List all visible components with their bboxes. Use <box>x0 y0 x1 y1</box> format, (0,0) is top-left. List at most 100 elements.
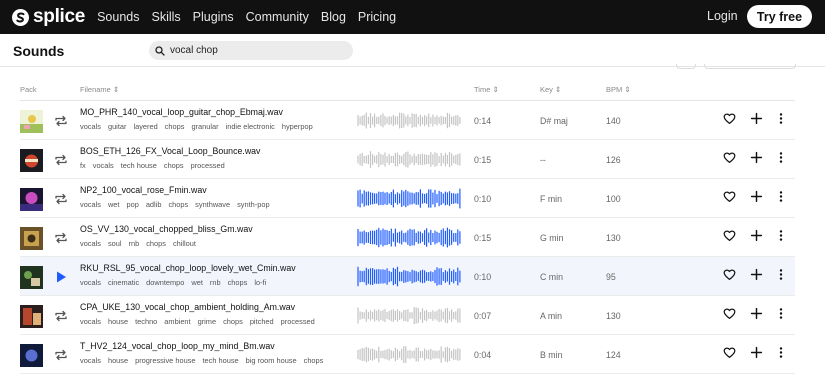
splice-logo[interactable]: splice <box>12 6 85 28</box>
tag[interactable]: chops <box>146 239 166 248</box>
play-icon[interactable] <box>53 269 69 285</box>
tag[interactable]: vocals <box>80 278 101 287</box>
tag[interactable]: soul <box>108 239 122 248</box>
sample-filename[interactable]: T_HV2_124_vocal_chop_loop_my_mind_Bm.wav <box>80 341 275 351</box>
sort-dropdown[interactable] <box>704 64 796 69</box>
waveform[interactable] <box>357 110 461 131</box>
heart-icon[interactable] <box>723 268 736 281</box>
sample-filename[interactable]: BOS_ETH_126_FX_Vocal_Loop_Bounce.wav <box>80 146 260 156</box>
tag[interactable]: vocals <box>80 122 101 131</box>
sample-row[interactable]: T_HV2_124_vocal_chop_loop_my_mind_Bm.wav… <box>20 335 795 374</box>
more-options-icon[interactable] <box>777 268 785 281</box>
sample-filename[interactable]: RKU_RSL_95_vocal_chop_loop_lovely_wet_Cm… <box>80 263 296 273</box>
tag[interactable]: granular <box>191 122 218 131</box>
nav-link-pricing[interactable]: Pricing <box>358 10 396 24</box>
loop-icon[interactable] <box>53 347 69 363</box>
tag[interactable]: chops <box>164 161 184 170</box>
nav-link-plugins[interactable]: Plugins <box>193 10 234 24</box>
waveform[interactable] <box>357 305 461 326</box>
tag[interactable]: processed <box>191 161 225 170</box>
tag[interactable]: synth-pop <box>237 200 269 209</box>
add-icon[interactable] <box>750 268 763 281</box>
heart-icon[interactable] <box>723 190 736 203</box>
tag[interactable]: ambient <box>164 317 190 326</box>
tag[interactable]: vocals <box>80 317 101 326</box>
tag[interactable]: vocals <box>80 239 101 248</box>
tag[interactable]: chillout <box>173 239 196 248</box>
tag[interactable]: wet <box>108 200 120 209</box>
sample-row[interactable]: RKU_RSL_95_vocal_chop_loop_lovely_wet_Cm… <box>20 257 795 296</box>
column-time[interactable]: Time ⇕ <box>474 85 499 94</box>
nav-link-skills[interactable]: Skills <box>151 10 180 24</box>
tag[interactable]: downtempo <box>146 278 184 287</box>
sample-row[interactable]: OS_VV_130_vocal_chopped_bliss_Gm.wavvoca… <box>20 218 795 257</box>
more-options-icon[interactable] <box>777 190 785 203</box>
waveform[interactable] <box>357 344 461 365</box>
add-icon[interactable] <box>750 229 763 242</box>
tag[interactable]: lo-fi <box>254 278 266 287</box>
heart-icon[interactable] <box>723 151 736 164</box>
loop-icon[interactable] <box>53 152 69 168</box>
tag[interactable]: house <box>108 356 128 365</box>
tag[interactable]: synthwave <box>195 200 230 209</box>
tag[interactable]: processed <box>281 317 315 326</box>
waveform[interactable] <box>357 266 461 287</box>
tag[interactable]: vocals <box>80 200 101 209</box>
tag[interactable]: big room house <box>246 356 297 365</box>
tag[interactable]: vocals <box>80 356 101 365</box>
waveform-container[interactable] <box>357 266 461 292</box>
pack-artwork[interactable] <box>20 266 43 289</box>
add-icon[interactable] <box>750 346 763 359</box>
tag[interactable]: grime <box>198 317 216 326</box>
search-bar[interactable] <box>149 41 353 60</box>
tag[interactable]: techno <box>135 317 157 326</box>
tag[interactable]: indie electronic <box>226 122 275 131</box>
pack-artwork[interactable] <box>20 149 43 172</box>
add-icon[interactable] <box>750 190 763 203</box>
sample-row[interactable]: NP2_100_vocal_rose_Fmin.wav vocals wet pop a… <box>20 179 795 218</box>
tag[interactable]: wet <box>191 278 203 287</box>
tag[interactable]: guitar <box>108 122 127 131</box>
tag[interactable]: progressive house <box>135 356 195 365</box>
tag[interactable]: chops <box>304 356 324 365</box>
add-icon[interactable] <box>750 151 763 164</box>
sample-row[interactable]: MO_PHR_140_vocal_loop_guitar_chop_Ebmaj.… <box>20 101 795 140</box>
tag[interactable]: pitched <box>250 317 274 326</box>
pack-artwork[interactable] <box>20 344 43 367</box>
try-free-button[interactable]: Try free <box>747 5 812 28</box>
waveform[interactable] <box>357 149 461 170</box>
loop-icon[interactable] <box>53 113 69 129</box>
loop-icon[interactable] <box>53 191 69 207</box>
more-options-icon[interactable] <box>777 346 785 359</box>
more-options-icon[interactable] <box>777 112 785 125</box>
tag[interactable]: hyperpop <box>282 122 313 131</box>
tag[interactable]: tech house <box>203 356 239 365</box>
waveform[interactable] <box>357 227 461 248</box>
tag[interactable]: cinematic <box>108 278 139 287</box>
column-filename[interactable]: Filename ⇕ <box>80 85 119 94</box>
sample-row[interactable]: CPA_UKE_130_vocal_chop_ambient_holding_A… <box>20 296 795 335</box>
sample-filename[interactable]: OS_VV_130_vocal_chopped_bliss_Gm.wav <box>80 224 253 234</box>
waveform-container[interactable] <box>357 149 461 175</box>
waveform-container[interactable] <box>357 344 461 370</box>
heart-icon[interactable] <box>723 307 736 320</box>
pack-artwork[interactable] <box>20 110 43 133</box>
add-icon[interactable] <box>750 112 763 125</box>
pack-artwork[interactable] <box>20 188 43 211</box>
add-icon[interactable] <box>750 307 763 320</box>
tag[interactable]: rnb <box>210 278 221 287</box>
sample-filename[interactable]: MO_PHR_140_vocal_loop_guitar_chop_Ebmaj.… <box>80 107 283 117</box>
tag[interactable]: chops <box>223 317 243 326</box>
pack-artwork[interactable] <box>20 227 43 250</box>
filter-button[interactable] <box>676 64 696 69</box>
tag[interactable]: fx <box>80 161 86 170</box>
waveform[interactable] <box>357 188 461 209</box>
nav-link-blog[interactable]: Blog <box>321 10 346 24</box>
column-key[interactable]: Key ⇕ <box>540 85 561 94</box>
heart-icon[interactable] <box>723 229 736 242</box>
tag[interactable]: adlib <box>146 200 162 209</box>
more-options-icon[interactable] <box>777 151 785 164</box>
loop-icon[interactable] <box>53 308 69 324</box>
heart-icon[interactable] <box>723 112 736 125</box>
tag[interactable]: rnb <box>129 239 140 248</box>
